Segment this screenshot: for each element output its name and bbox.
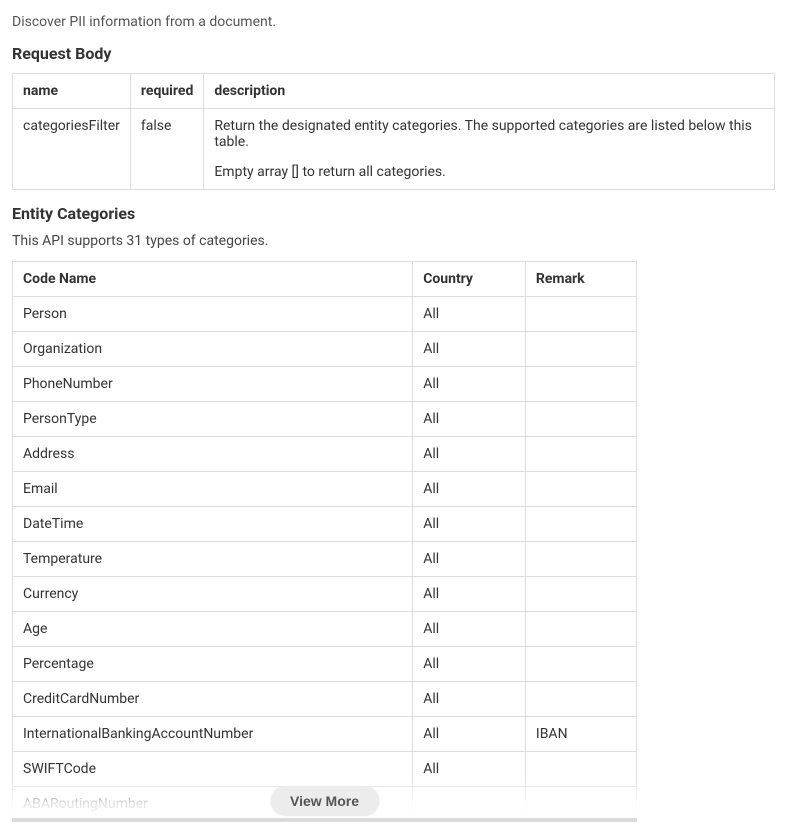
cell-country: All	[413, 682, 526, 717]
intro-text: Discover PII information from a document…	[12, 14, 775, 30]
table-row: categoriesFilter false Return the design…	[13, 109, 775, 190]
cell-remark	[525, 507, 636, 542]
cell-country: All	[413, 297, 526, 332]
cell-country: All	[413, 577, 526, 612]
cell-code-name: Organization	[13, 332, 413, 367]
entity-categories-table-wrap: Code Name Country Remark PersonAllOrgani…	[12, 261, 637, 822]
cell-country: All	[413, 472, 526, 507]
cell-remark: IBAN	[525, 717, 636, 752]
cell-code-name: CreditCardNumber	[13, 682, 413, 717]
table-header-row: Code Name Country Remark	[13, 262, 637, 297]
cell-country: All	[413, 437, 526, 472]
cell-remark	[525, 577, 636, 612]
cell-country: All	[413, 402, 526, 437]
table-row: DateTimeAll	[13, 507, 637, 542]
table-row: InternationalBankingAccountNumberAllIBAN	[13, 717, 637, 752]
cell-country: All	[413, 332, 526, 367]
entity-categories-subtext: This API supports 31 types of categories…	[12, 233, 775, 249]
table-row: PersonAll	[13, 297, 637, 332]
table-row: OrganizationAll	[13, 332, 637, 367]
cell-code-name: Person	[13, 297, 413, 332]
cell-code-name: InternationalBankingAccountNumber	[13, 717, 413, 752]
cell-country: All	[413, 542, 526, 577]
cell-remark	[525, 437, 636, 472]
cell-code-name: Currency	[13, 577, 413, 612]
cell-code-name: Temperature	[13, 542, 413, 577]
request-body-heading: Request Body	[12, 44, 775, 63]
table-row: AgeAll	[13, 612, 637, 647]
cell-country: All	[413, 752, 526, 787]
request-body-table: name required description categoriesFilt…	[12, 73, 775, 190]
table-row: EmailAll	[13, 472, 637, 507]
cell-remark	[525, 682, 636, 717]
cell-remark	[525, 332, 636, 367]
view-more-button[interactable]: View More	[270, 786, 379, 816]
table-row: CurrencyAll	[13, 577, 637, 612]
entity-categories-table: Code Name Country Remark PersonAllOrgani…	[12, 261, 637, 822]
cell-code-name: DateTime	[13, 507, 413, 542]
cell-remark	[525, 402, 636, 437]
cell-code-name: SWIFTCode	[13, 752, 413, 787]
cell-code-name: Percentage	[13, 647, 413, 682]
table-row: PhoneNumberAll	[13, 367, 637, 402]
cell-code-name: Address	[13, 437, 413, 472]
cell-remark	[525, 297, 636, 332]
table-row: PersonTypeAll	[13, 402, 637, 437]
table-header-row: name required description	[13, 74, 775, 109]
cell-code-name: PersonType	[13, 402, 413, 437]
col-required: required	[130, 74, 203, 109]
desc-line: Empty array [] to return all categories.	[214, 164, 764, 180]
cell-remark	[525, 367, 636, 402]
cell-name: categoriesFilter	[13, 109, 131, 190]
desc-line: Return the designated entity categories.…	[214, 118, 764, 150]
entity-categories-heading: Entity Categories	[12, 204, 775, 223]
cell-remark	[525, 787, 636, 822]
cell-remark	[525, 542, 636, 577]
col-country: Country	[413, 262, 526, 297]
cell-country	[413, 787, 526, 822]
col-name: name	[13, 74, 131, 109]
cell-required: false	[130, 109, 203, 190]
table-row: PercentageAll	[13, 647, 637, 682]
table-row: AddressAll	[13, 437, 637, 472]
cell-remark	[525, 752, 636, 787]
table-row: TemperatureAll	[13, 542, 637, 577]
cell-code-name: Age	[13, 612, 413, 647]
cell-country: All	[413, 717, 526, 752]
cell-country: All	[413, 612, 526, 647]
cell-remark	[525, 472, 636, 507]
col-remark: Remark	[525, 262, 636, 297]
col-code-name: Code Name	[13, 262, 413, 297]
cell-description: Return the designated entity categories.…	[204, 109, 775, 190]
cell-remark	[525, 612, 636, 647]
table-row: CreditCardNumberAll	[13, 682, 637, 717]
table-row: SWIFTCodeAll	[13, 752, 637, 787]
col-description: description	[204, 74, 775, 109]
cell-country: All	[413, 507, 526, 542]
cell-code-name: PhoneNumber	[13, 367, 413, 402]
cell-country: All	[413, 367, 526, 402]
cell-remark	[525, 647, 636, 682]
cell-code-name: Email	[13, 472, 413, 507]
cell-country: All	[413, 647, 526, 682]
